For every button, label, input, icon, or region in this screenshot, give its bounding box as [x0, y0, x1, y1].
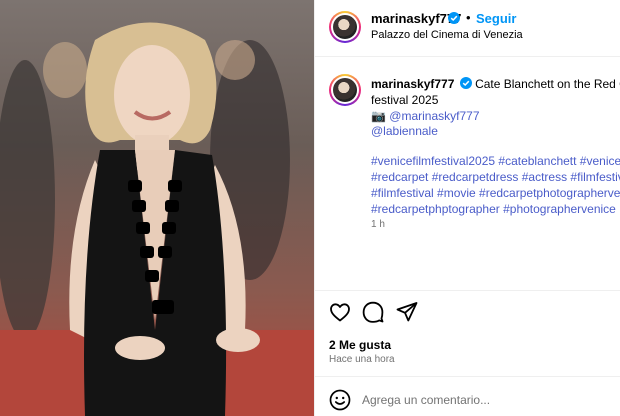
- verified-badge-icon: [448, 12, 460, 24]
- actions-divider: [315, 290, 620, 291]
- caption-age: 1 h: [371, 219, 385, 230]
- caption-text-line2: festival 2025: [371, 93, 439, 107]
- comment-input[interactable]: [362, 393, 612, 407]
- heart-icon[interactable]: [328, 300, 352, 324]
- speech-bubble-icon[interactable]: [361, 300, 385, 324]
- follow-button[interactable]: Seguir: [476, 11, 516, 26]
- paper-plane-icon[interactable]: [395, 300, 419, 324]
- post-details-panel: marinaskyf777 • Seguir Palazzo del Cinem…: [314, 0, 620, 416]
- hashtags-line-1[interactable]: #venicefilmfestival2025 #cateblanchett #…: [371, 154, 620, 168]
- avatar[interactable]: [329, 11, 361, 43]
- caption-text: Cate Blanchett on the Red Car: [475, 77, 620, 91]
- hashtags-line-4[interactable]: #redcarpetphptographer #photographerveni…: [371, 202, 616, 216]
- comment-divider: [315, 376, 620, 377]
- hashtags-line-3[interactable]: #filmfestival #movie #redcarpetphotograp…: [371, 186, 620, 200]
- hashtags-line-2[interactable]: #redcarpet #redcarpetdress #actress #fil…: [371, 170, 620, 184]
- post-location[interactable]: Palazzo del Cinema di Venezia: [371, 29, 523, 41]
- post-photo[interactable]: [0, 0, 314, 416]
- post-header: marinaskyf777 • Seguir Palazzo del Cinem…: [315, 0, 620, 57]
- post-timestamp: Hace una hora: [329, 354, 395, 365]
- caption-verified-badge-icon: [459, 77, 472, 89]
- labiennale-mention-link[interactable]: @labiennale: [371, 124, 438, 138]
- camera-icon: 📷: [371, 109, 386, 123]
- caption-credit-line: 📷 @marinaskyf777: [371, 109, 480, 123]
- caption-avatar[interactable]: [329, 74, 361, 106]
- header-separator: •: [466, 10, 471, 25]
- smiley-icon[interactable]: [328, 388, 352, 412]
- likes-count[interactable]: 2 Me gusta: [329, 338, 391, 352]
- photo-illustration: [0, 22, 314, 416]
- caption-first-line: marinaskyf777 Cate Blanchett on the Red …: [371, 77, 620, 91]
- caption-username[interactable]: marinaskyf777: [371, 77, 454, 91]
- credit-mention-link[interactable]: @marinaskyf777: [389, 109, 479, 123]
